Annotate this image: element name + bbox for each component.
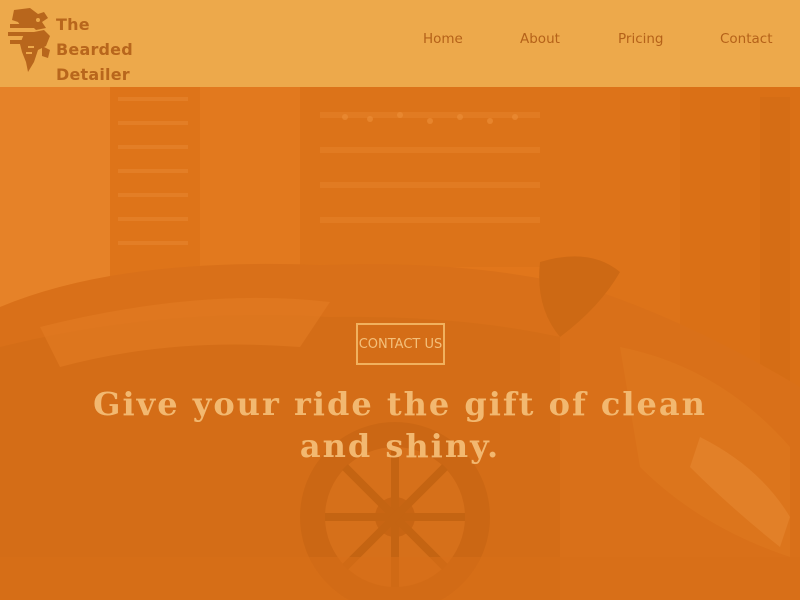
nav-link-contact[interactable]: Contact [720, 31, 773, 47]
nav-link-about[interactable]: About [520, 31, 560, 47]
hero-section: CONTACT US Give your ride the gift of cl… [0, 87, 800, 600]
brand-name-line2: Detailer [56, 65, 130, 84]
main-nav: Home About Pricing Contact [0, 31, 800, 53]
hero-headline: Give your ride the gift of clean and shi… [93, 385, 707, 465]
nav-link-pricing[interactable]: Pricing [618, 31, 664, 47]
contact-us-button[interactable]: CONTACT US [356, 323, 445, 365]
site-header: The Bearded Detailer Home About Pricing … [0, 0, 800, 87]
nav-link-home[interactable]: Home [423, 31, 463, 47]
